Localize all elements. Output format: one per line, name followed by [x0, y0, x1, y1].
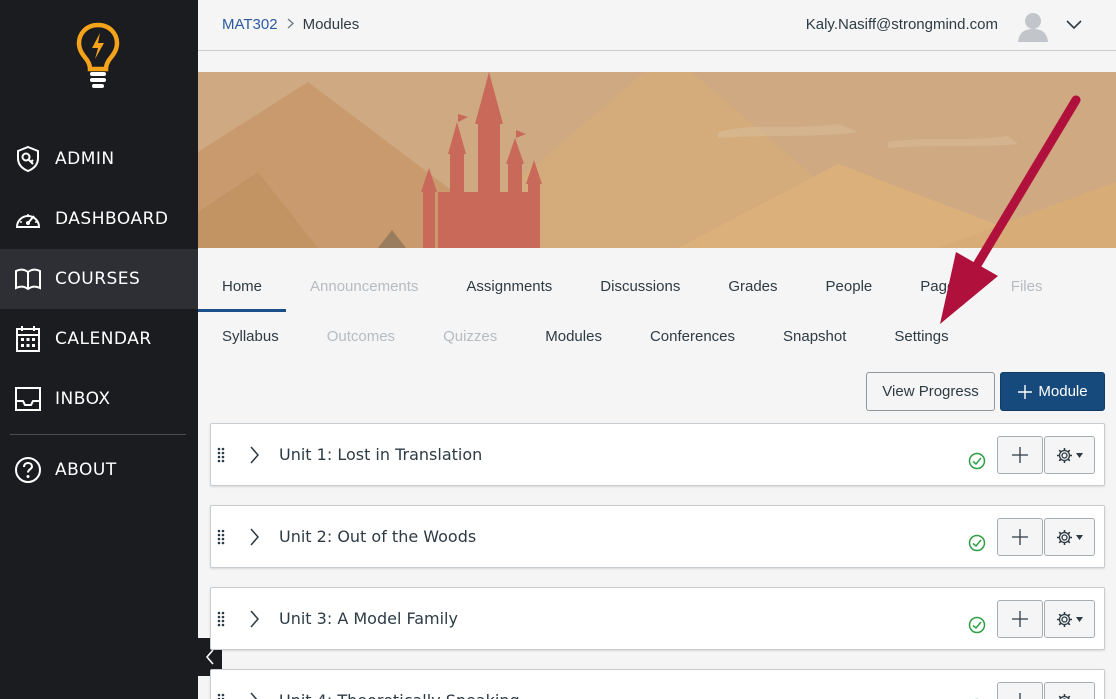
- top-bar: MAT302 Modules Kaly.Nasiff@strongmind.co…: [198, 0, 1116, 51]
- view-progress-button[interactable]: View Progress: [866, 372, 995, 411]
- sidebar-item-label: COURSES: [55, 269, 141, 289]
- tab-row-2: Syllabus Outcomes Quizzes Modules Confer…: [198, 312, 1116, 360]
- user-email[interactable]: Kaly.Nasiff@strongmind.com: [806, 16, 998, 33]
- expand-chevron-right-icon[interactable]: [249, 446, 259, 469]
- sidebar-item-label: ADMIN: [55, 149, 115, 169]
- tab-discussions[interactable]: Discussions: [576, 262, 704, 310]
- speedometer-icon: [14, 205, 42, 233]
- module-settings-button[interactable]: [1044, 600, 1095, 638]
- chevron-right-icon: [287, 17, 294, 32]
- sidebar-item-about[interactable]: ABOUT: [0, 440, 198, 500]
- sidebar-item-calendar[interactable]: CALENDAR: [0, 309, 198, 369]
- add-item-button[interactable]: [997, 518, 1043, 556]
- sidebar-nav: ADMIN DASHBOARD COURSES CALENDAR INBOX A…: [0, 129, 198, 500]
- caret-down-icon: [1076, 452, 1083, 458]
- plus-icon: [1012, 611, 1028, 627]
- course-navigation-tabs: Home Announcements Assignments Discussio…: [198, 262, 1116, 360]
- sidebar-item-label: INBOX: [55, 389, 111, 409]
- module-title[interactable]: Unit 3: A Model Family: [279, 609, 458, 628]
- published-check-icon[interactable]: [968, 534, 986, 557]
- module-settings-button[interactable]: [1044, 518, 1095, 556]
- module-settings-button[interactable]: [1044, 682, 1095, 699]
- global-navigation: ADMIN DASHBOARD COURSES CALENDAR INBOX A…: [0, 0, 198, 699]
- module-title[interactable]: Unit 2: Out of the Woods: [279, 527, 476, 546]
- published-check-icon[interactable]: [968, 452, 986, 475]
- inbox-tray-icon: [14, 385, 42, 413]
- tab-files[interactable]: Files: [987, 262, 1067, 310]
- caret-down-icon: [1076, 616, 1083, 622]
- tab-outcomes[interactable]: Outcomes: [303, 312, 419, 360]
- sidebar-item-label: ABOUT: [55, 460, 117, 480]
- tab-modules[interactable]: Modules: [521, 312, 626, 360]
- drag-handle-icon[interactable]: [217, 611, 225, 632]
- add-module-button[interactable]: Module: [1000, 372, 1105, 411]
- question-circle-icon: [14, 456, 42, 484]
- sidebar-divider: [10, 434, 186, 435]
- sidebar-item-admin[interactable]: ADMIN: [0, 129, 198, 189]
- plus-icon: [1018, 384, 1033, 399]
- sidebar-item-courses[interactable]: COURSES: [0, 249, 198, 309]
- tab-grades[interactable]: Grades: [704, 262, 801, 310]
- caret-down-icon: [1076, 534, 1083, 540]
- module-settings-button[interactable]: [1044, 436, 1095, 474]
- sidebar-item-label: DASHBOARD: [55, 209, 169, 229]
- tab-syllabus[interactable]: Syllabus: [198, 312, 303, 360]
- user-menu-chevron-down-icon[interactable]: [1066, 17, 1082, 35]
- module-row: Unit 1: Lost in Translation: [210, 423, 1105, 486]
- module-row: Unit 4: Theoretically Speaking: [210, 669, 1105, 699]
- tab-snapshot[interactable]: Snapshot: [759, 312, 870, 360]
- gear-icon: [1057, 529, 1072, 545]
- chevron-left-icon: [205, 649, 214, 665]
- module-title[interactable]: Unit 4: Theoretically Speaking: [279, 691, 520, 699]
- expand-chevron-right-icon[interactable]: [249, 692, 259, 699]
- avatar[interactable]: [1016, 9, 1050, 43]
- add-item-button[interactable]: [997, 600, 1043, 638]
- admin-shield-icon: [14, 145, 42, 173]
- drag-handle-icon[interactable]: [217, 529, 225, 550]
- breadcrumb-course-link[interactable]: MAT302: [222, 16, 278, 33]
- sidebar-item-dashboard[interactable]: DASHBOARD: [0, 189, 198, 249]
- book-icon: [14, 265, 42, 293]
- gear-icon: [1058, 693, 1071, 699]
- gear-icon: [1057, 611, 1072, 627]
- tab-home[interactable]: Home: [198, 262, 287, 312]
- expand-chevron-right-icon[interactable]: [249, 528, 259, 551]
- module-row: Unit 2: Out of the Woods: [210, 505, 1105, 568]
- breadcrumb-current: Modules: [302, 16, 360, 33]
- tab-settings[interactable]: Settings: [870, 312, 972, 360]
- module-row: Unit 3: A Model Family: [210, 587, 1105, 650]
- tab-pages[interactable]: Pages: [896, 262, 987, 310]
- add-item-button[interactable]: [997, 436, 1043, 474]
- tab-row-1: Home Announcements Assignments Discussio…: [198, 262, 1116, 312]
- drag-handle-icon[interactable]: [217, 447, 225, 468]
- module-title[interactable]: Unit 1: Lost in Translation: [279, 445, 482, 464]
- published-check-icon[interactable]: [968, 616, 986, 639]
- plus-icon: [1012, 447, 1028, 463]
- tab-people[interactable]: People: [802, 262, 897, 310]
- tab-quizzes[interactable]: Quizzes: [419, 312, 521, 360]
- sidebar-item-label: CALENDAR: [55, 329, 152, 349]
- plus-icon: [1012, 529, 1028, 545]
- tab-announcements[interactable]: Announcements: [286, 262, 442, 310]
- strongmind-lightbulb-logo[interactable]: [76, 22, 120, 90]
- calendar-icon: [14, 325, 42, 353]
- add-module-label: Module: [1038, 383, 1088, 400]
- course-banner-image: [198, 72, 1116, 248]
- sidebar-item-inbox[interactable]: INBOX: [0, 369, 198, 429]
- tab-assignments[interactable]: Assignments: [442, 262, 576, 310]
- add-item-button[interactable]: [997, 682, 1043, 699]
- plus-icon: [1019, 693, 1021, 699]
- tab-conferences[interactable]: Conferences: [626, 312, 759, 360]
- gear-icon: [1057, 447, 1072, 463]
- drag-handle-icon[interactable]: [217, 693, 225, 699]
- breadcrumb: MAT302 Modules: [222, 16, 359, 33]
- expand-chevron-right-icon[interactable]: [249, 610, 259, 633]
